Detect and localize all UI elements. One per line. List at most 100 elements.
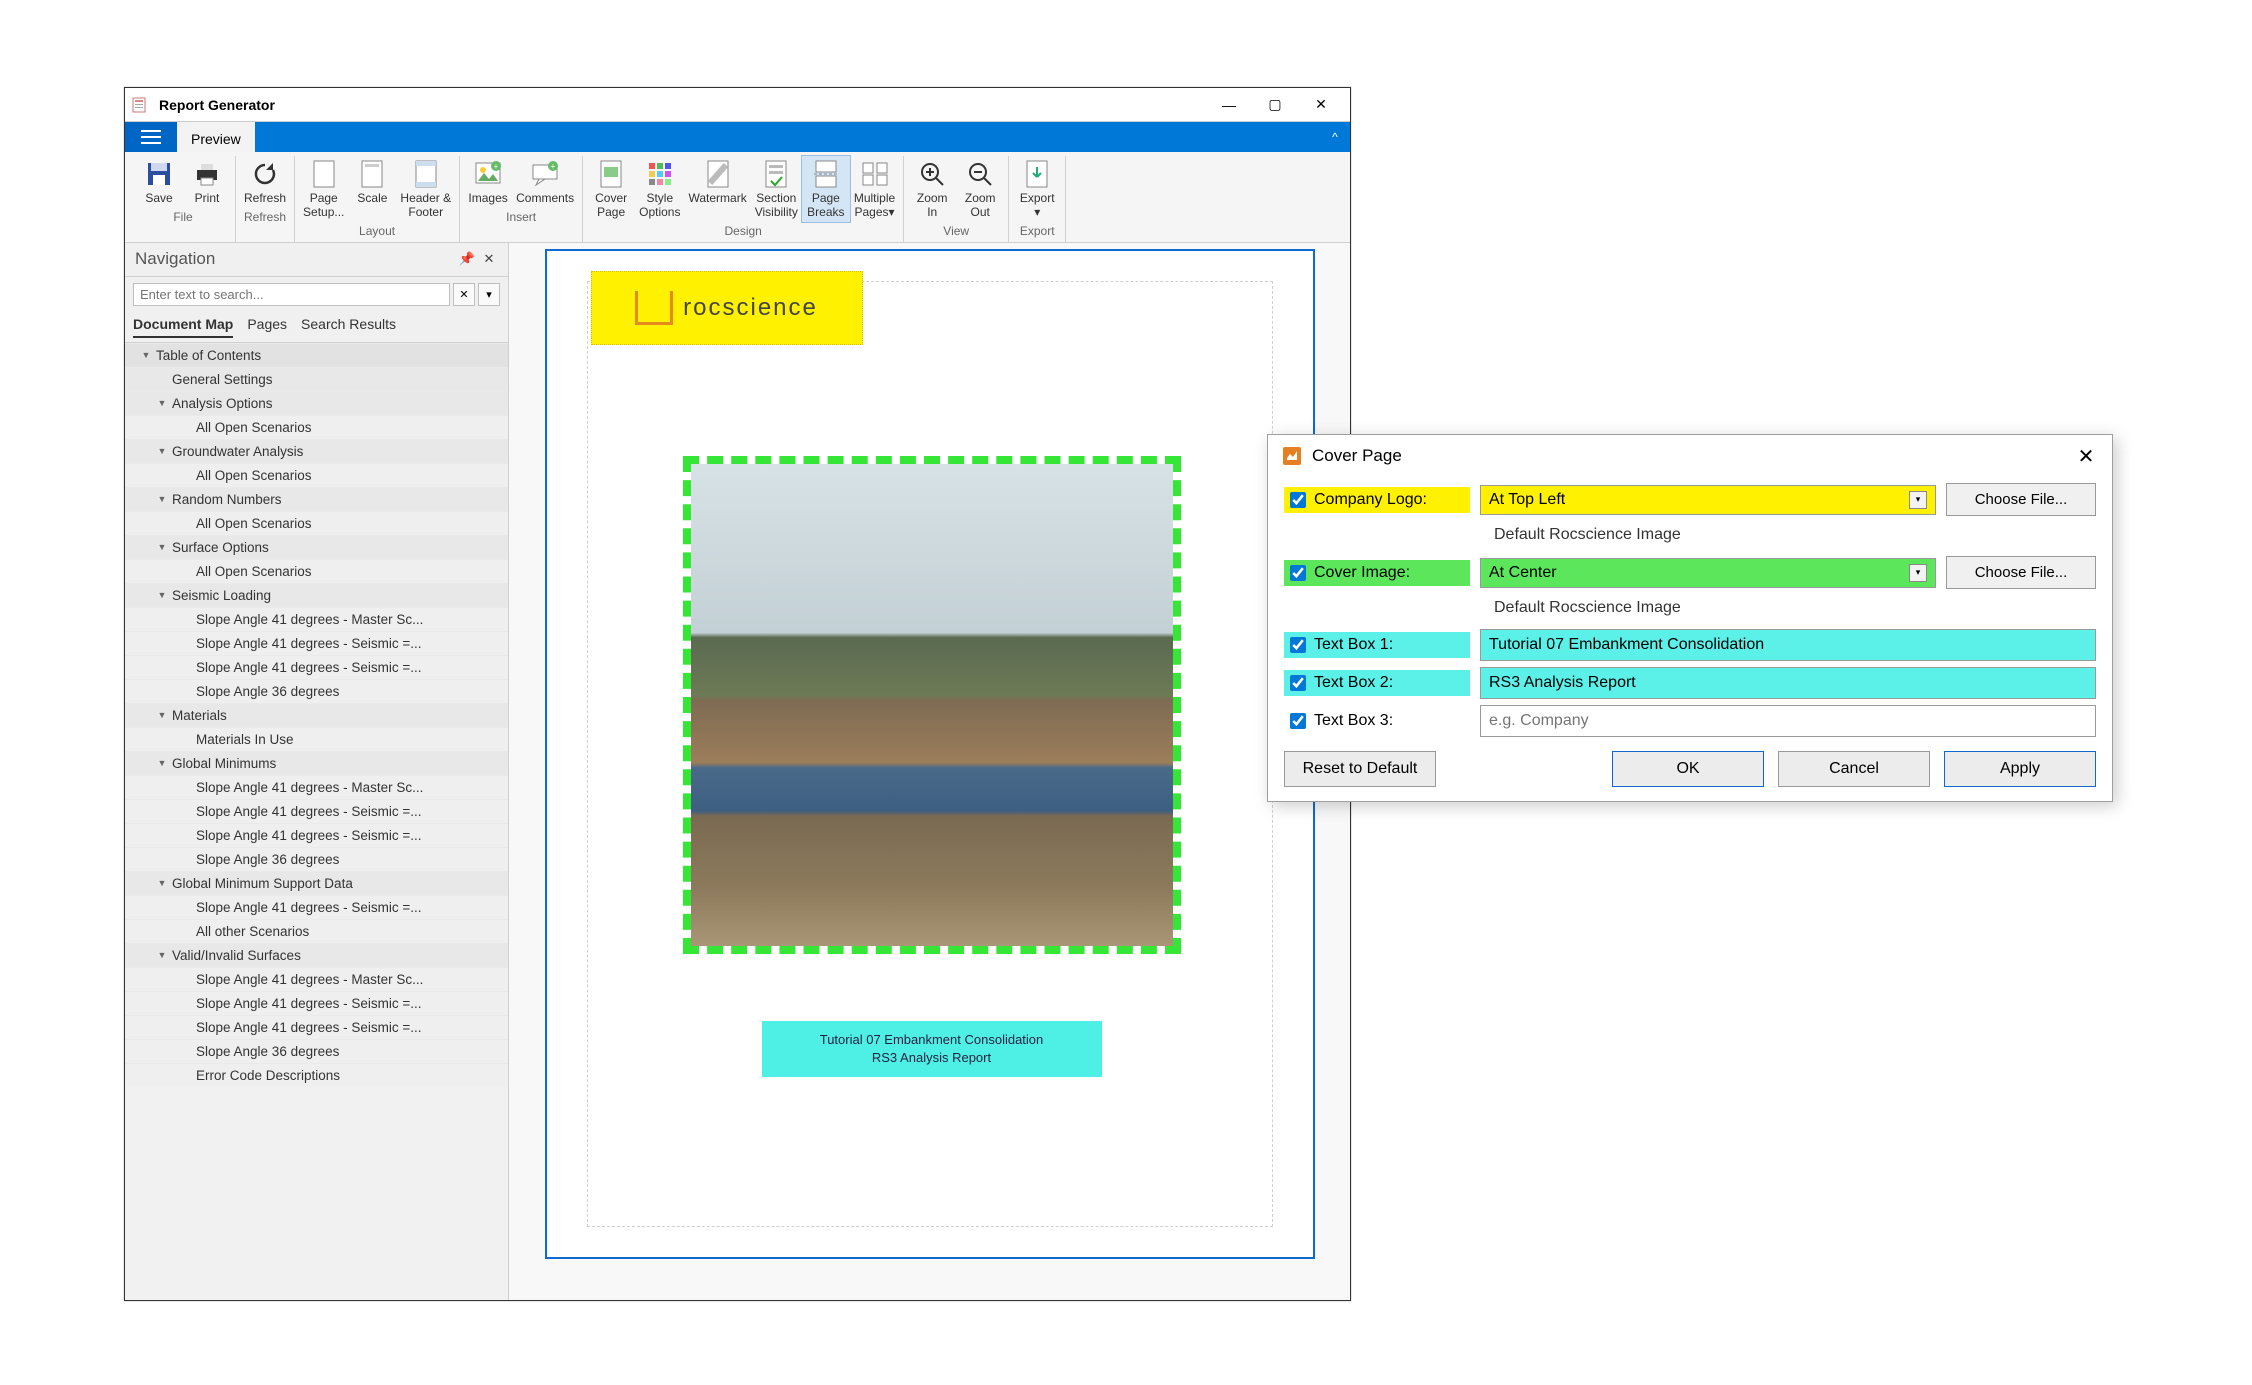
ribbon-cover-page[interactable]: Cover Page [587,156,635,222]
tree-item-label: General Settings [172,372,273,387]
ribbon-header-footer[interactable]: Header & Footer [396,156,455,222]
tree-item[interactable]: ▼Global Minimum Support Data [125,871,508,895]
tree-item[interactable]: ▼Random Numbers [125,487,508,511]
tree-item[interactable]: All Open Scenarios [125,559,508,583]
tree-item[interactable]: Slope Angle 41 degrees - Master Sc... [125,967,508,991]
ok-button[interactable]: OK [1612,751,1764,787]
ribbon-group-refresh: Refresh [240,208,290,228]
company-logo-checkbox[interactable]: Company Logo: [1284,487,1470,513]
ribbon-zoom-in[interactable]: Zoom In [908,156,956,222]
ribbon-group-layout: Layout [299,222,455,242]
ribbon-refresh[interactable]: Refresh [240,156,290,208]
tree-item[interactable]: General Settings [125,367,508,391]
tree-expand-icon: ▼ [155,542,169,552]
ribbon-save-label: Save [145,192,172,206]
tree-item[interactable]: Slope Angle 41 degrees - Seismic =... [125,799,508,823]
company-logo-choose-file-button[interactable]: Choose File... [1946,483,2096,516]
nav-close-button[interactable]: ✕ [480,251,498,267]
svg-text:+: + [551,162,556,171]
dialog-icon [1280,444,1304,468]
ribbon-multiple-pages[interactable]: Multiple Pages▾ [850,156,899,222]
tree-item[interactable]: All other Scenarios [125,919,508,943]
text-box-1-checkbox[interactable]: Text Box 1: [1284,632,1470,658]
tree-item[interactable]: ▼Surface Options [125,535,508,559]
text-box-3-input[interactable] [1480,705,2096,737]
ribbon-watermark[interactable]: Watermark [684,156,750,222]
cover-image-highlight [683,456,1181,954]
preview-viewport[interactable]: rocscience Tutorial 07 Embankment Consol… [509,243,1350,1300]
ribbon-collapse-button[interactable]: ^ [1320,122,1350,152]
ribbon-comments[interactable]: +Comments [512,156,578,208]
nav-tab-search-results[interactable]: Search Results [301,312,396,338]
ribbon-page-setup[interactable]: Page Setup... [299,156,348,222]
tree-item[interactable]: Slope Angle 41 degrees - Seismic =... [125,991,508,1015]
tree-expand-icon: ▼ [155,590,169,600]
company-logo-position-select[interactable]: At Top Left▾ [1480,485,1936,515]
tree-item-label: Global Minimum Support Data [172,876,353,891]
titlebar: Report Generator — ▢ ✕ [125,88,1350,122]
minimize-button[interactable]: — [1206,88,1252,121]
tree-item[interactable]: All Open Scenarios [125,415,508,439]
cancel-button[interactable]: Cancel [1778,751,1930,787]
pin-icon[interactable]: 📌 [458,251,476,267]
ribbon-page-breaks[interactable]: Page Breaks [802,156,850,222]
tab-preview[interactable]: Preview [177,122,255,152]
tree-item[interactable]: ▼Global Minimums [125,751,508,775]
search-dropdown-button[interactable]: ▾ [478,283,500,306]
tree-item[interactable]: Slope Angle 36 degrees [125,847,508,871]
tree-expand-icon: ▼ [155,758,169,768]
search-clear-button[interactable]: ✕ [453,283,475,306]
tree-item[interactable]: ▼Analysis Options [125,391,508,415]
reset-to-default-button[interactable]: Reset to Default [1284,751,1436,787]
tree-item[interactable]: ▼Groundwater Analysis [125,439,508,463]
nav-search-input[interactable] [133,283,450,306]
ribbon-section-visibility[interactable]: Section Visibility [751,156,802,222]
ribbon-style-options[interactable]: Style Options [635,156,684,222]
document-tree: ▼Table of Contents General Settings ▼Analy… [125,342,508,1300]
cover-image-choose-file-button[interactable]: Choose File... [1946,556,2096,589]
ribbon-zoom-out[interactable]: Zoom Out [956,156,1004,222]
chevron-down-icon: ▾ [1909,491,1927,509]
cover-image-position-select[interactable]: At Center▾ [1480,558,1936,588]
text-box-3-checkbox[interactable]: Text Box 3: [1284,708,1470,734]
nav-tab-pages[interactable]: Pages [247,312,287,338]
tree-item[interactable]: ▼Materials [125,703,508,727]
ribbon-export[interactable]: Export ▾ [1013,156,1061,222]
tree-item[interactable]: All Open Scenarios [125,463,508,487]
tree-item[interactable]: Slope Angle 41 degrees - Seismic =... [125,631,508,655]
refresh-icon [249,158,281,190]
tree-item[interactable]: ▼Seismic Loading [125,583,508,607]
cover-text-2: RS3 Analysis Report [770,1049,1094,1067]
tree-item[interactable]: ▼Valid/Invalid Surfaces [125,943,508,967]
tree-item[interactable]: Materials In Use [125,727,508,751]
ribbon-images[interactable]: +Images [464,156,512,208]
text-box-1-input[interactable]: Tutorial 07 Embankment Consolidation [1480,629,2096,661]
tree-item[interactable]: Slope Angle 41 degrees - Master Sc... [125,607,508,631]
ribbon-cover-page-label: Cover Page [595,192,627,220]
maximize-button[interactable]: ▢ [1252,88,1298,121]
apply-button[interactable]: Apply [1944,751,2096,787]
text-box-2-input[interactable]: RS3 Analysis Report [1480,667,2096,699]
app-menu-button[interactable] [125,122,177,152]
ribbon-save[interactable]: Save [135,156,183,208]
tree-item[interactable]: Slope Angle 41 degrees - Master Sc... [125,775,508,799]
tree-item[interactable]: Slope Angle 36 degrees [125,679,508,703]
cover-image-checkbox[interactable]: Cover Image: [1284,560,1470,586]
ribbon-refresh-label: Refresh [244,192,286,206]
watermark-icon [702,158,734,190]
text-box-2-checkbox[interactable]: Text Box 2: [1284,670,1470,696]
tree-item[interactable]: Slope Angle 41 degrees - Seismic =... [125,1015,508,1039]
tree-item[interactable]: Slope Angle 36 degrees [125,1039,508,1063]
tree-item[interactable]: ▼Table of Contents [125,343,508,367]
tree-item[interactable]: Slope Angle 41 degrees - Seismic =... [125,823,508,847]
tree-item-label: Slope Angle 36 degrees [196,852,339,867]
tree-item[interactable]: Slope Angle 41 degrees - Seismic =... [125,655,508,679]
tree-item[interactable]: All Open Scenarios [125,511,508,535]
close-button[interactable]: ✕ [1298,88,1344,121]
ribbon-print[interactable]: Print [183,156,231,208]
dialog-close-button[interactable]: ✕ [2072,444,2100,469]
ribbon-scale[interactable]: Scale [348,156,396,222]
nav-tab-document-map[interactable]: Document Map [133,312,233,338]
tree-item[interactable]: Slope Angle 41 degrees - Seismic =... [125,895,508,919]
tree-item[interactable]: Error Code Descriptions [125,1063,508,1087]
